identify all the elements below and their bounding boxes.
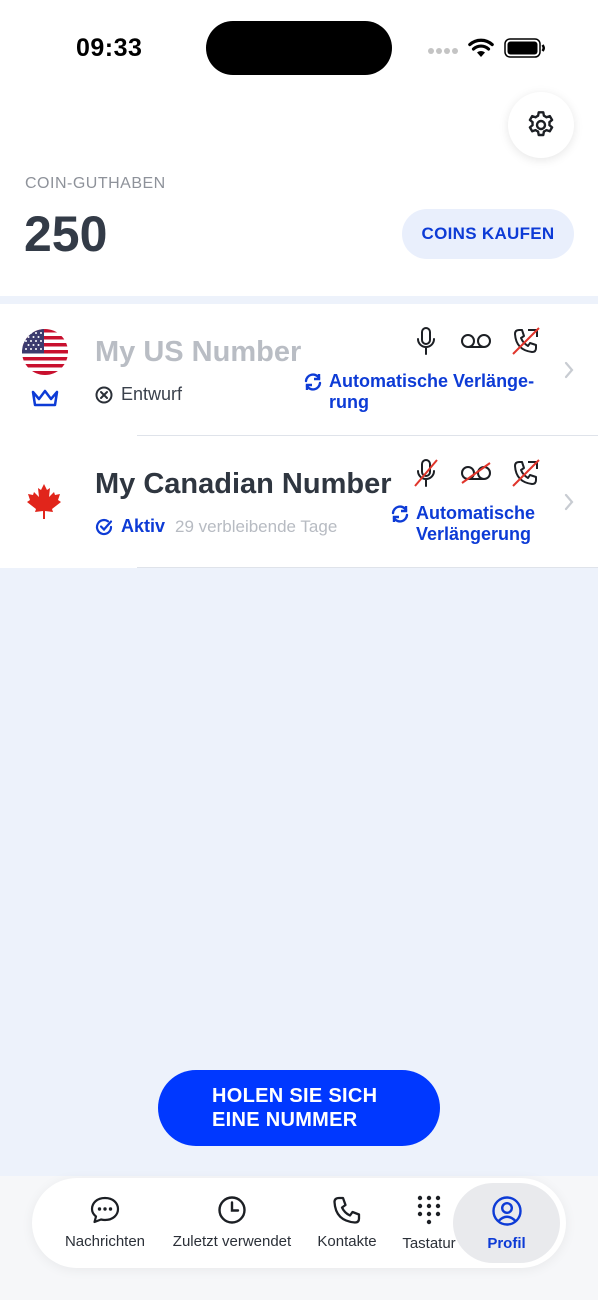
- profile-icon: [491, 1196, 522, 1226]
- gear-icon: [528, 111, 554, 137]
- coin-balance-label: COIN-GUTHABEN: [25, 175, 166, 192]
- status-label: Entwurf: [121, 384, 183, 404]
- renew-icon: [390, 505, 410, 545]
- days-remaining: 29 verbleibende Tage: [175, 516, 338, 536]
- header-area: 09:33 COIN-GUTHABEN 250 COINS KAUFEN: [0, 0, 598, 296]
- us-flag-icon: [22, 329, 68, 375]
- battery-icon: [504, 38, 545, 58]
- dynamic-island: [206, 21, 392, 75]
- keypad-icon: [417, 1195, 441, 1225]
- number-status: Aktiv 29 verbleibende Tage: [95, 516, 337, 537]
- call-forward-disabled-icon: [512, 459, 540, 487]
- tab-label: Kontakte: [317, 1233, 377, 1250]
- tab-label: Profil: [487, 1235, 526, 1252]
- tab-label: Tastatur: [402, 1235, 456, 1252]
- renewal-text-1: Automatische: [416, 503, 536, 523]
- voicemail-icon: [461, 334, 491, 348]
- buy-coins-button[interactable]: COINS KAUFEN: [402, 209, 574, 259]
- status-label: Aktiv: [121, 516, 166, 536]
- tab-label: Zuletzt verwendet: [172, 1233, 292, 1250]
- wifi-icon: [468, 38, 494, 57]
- number-name: My Canadian Number: [95, 468, 392, 500]
- coin-balance-value: 250: [24, 206, 108, 262]
- cta-line-2: EINE NUMMER: [212, 1109, 358, 1131]
- check-circle-icon: [95, 518, 113, 536]
- voicemail-disabled-icon: [461, 462, 491, 484]
- status-bar: 09:33: [0, 0, 598, 96]
- crown-icon: [31, 389, 59, 407]
- chevron-right-icon: [564, 493, 574, 511]
- renewal-text-1: Automatische Verlänge-: [329, 371, 535, 391]
- tab-profil[interactable]: Profil: [453, 1183, 560, 1263]
- tab-kontakte[interactable]: Kontakte: [308, 1178, 386, 1268]
- number-row-us[interactable]: My US Number Entwurf Automatische Verlän…: [0, 304, 598, 436]
- tab-bar: Nachrichten Zuletzt verwendet Kontakte T…: [32, 1178, 566, 1268]
- number-name: My US Number: [95, 336, 302, 368]
- microphone-icon: [417, 327, 435, 355]
- renewal-text-2: Verlängerung: [416, 524, 532, 544]
- microphone-disabled-icon: [414, 459, 438, 487]
- settings-button[interactable]: [508, 92, 574, 158]
- auto-renewal-label: Automatische Verlänge- rung: [303, 371, 534, 413]
- renewal-text-2: rung: [329, 392, 369, 412]
- tab-nachrichten[interactable]: Nachrichten: [54, 1178, 156, 1268]
- row-divider: [137, 567, 598, 568]
- tab-label: Nachrichten: [64, 1233, 146, 1250]
- tab-zuletzt-verwendet[interactable]: Zuletzt verwendet: [162, 1178, 302, 1268]
- chevron-right-icon: [564, 361, 574, 379]
- chat-bubble-icon: [90, 1196, 120, 1224]
- cellular-signal-icon: [428, 48, 458, 54]
- renew-icon: [303, 373, 323, 413]
- number-row-canada[interactable]: My Canadian Number Aktiv 29 verbleibende…: [0, 436, 598, 568]
- auto-renewal-label: Automatische Verlängerung: [390, 503, 535, 545]
- get-number-button[interactable]: HOLEN SIE SICH EINE NUMMER: [158, 1070, 440, 1146]
- status-time: 09:33: [76, 34, 143, 62]
- cta-line-1: HOLEN SIE SICH: [212, 1085, 378, 1107]
- call-forward-disabled-icon: [512, 327, 540, 355]
- clock-icon: [218, 1196, 246, 1224]
- canada-maple-leaf-icon: [27, 484, 61, 519]
- numbers-list: My US Number Entwurf Automatische Verlän…: [0, 304, 598, 568]
- phone-icon: [333, 1196, 361, 1224]
- number-status: Entwurf: [95, 384, 182, 405]
- draft-x-circle-icon: [95, 386, 113, 404]
